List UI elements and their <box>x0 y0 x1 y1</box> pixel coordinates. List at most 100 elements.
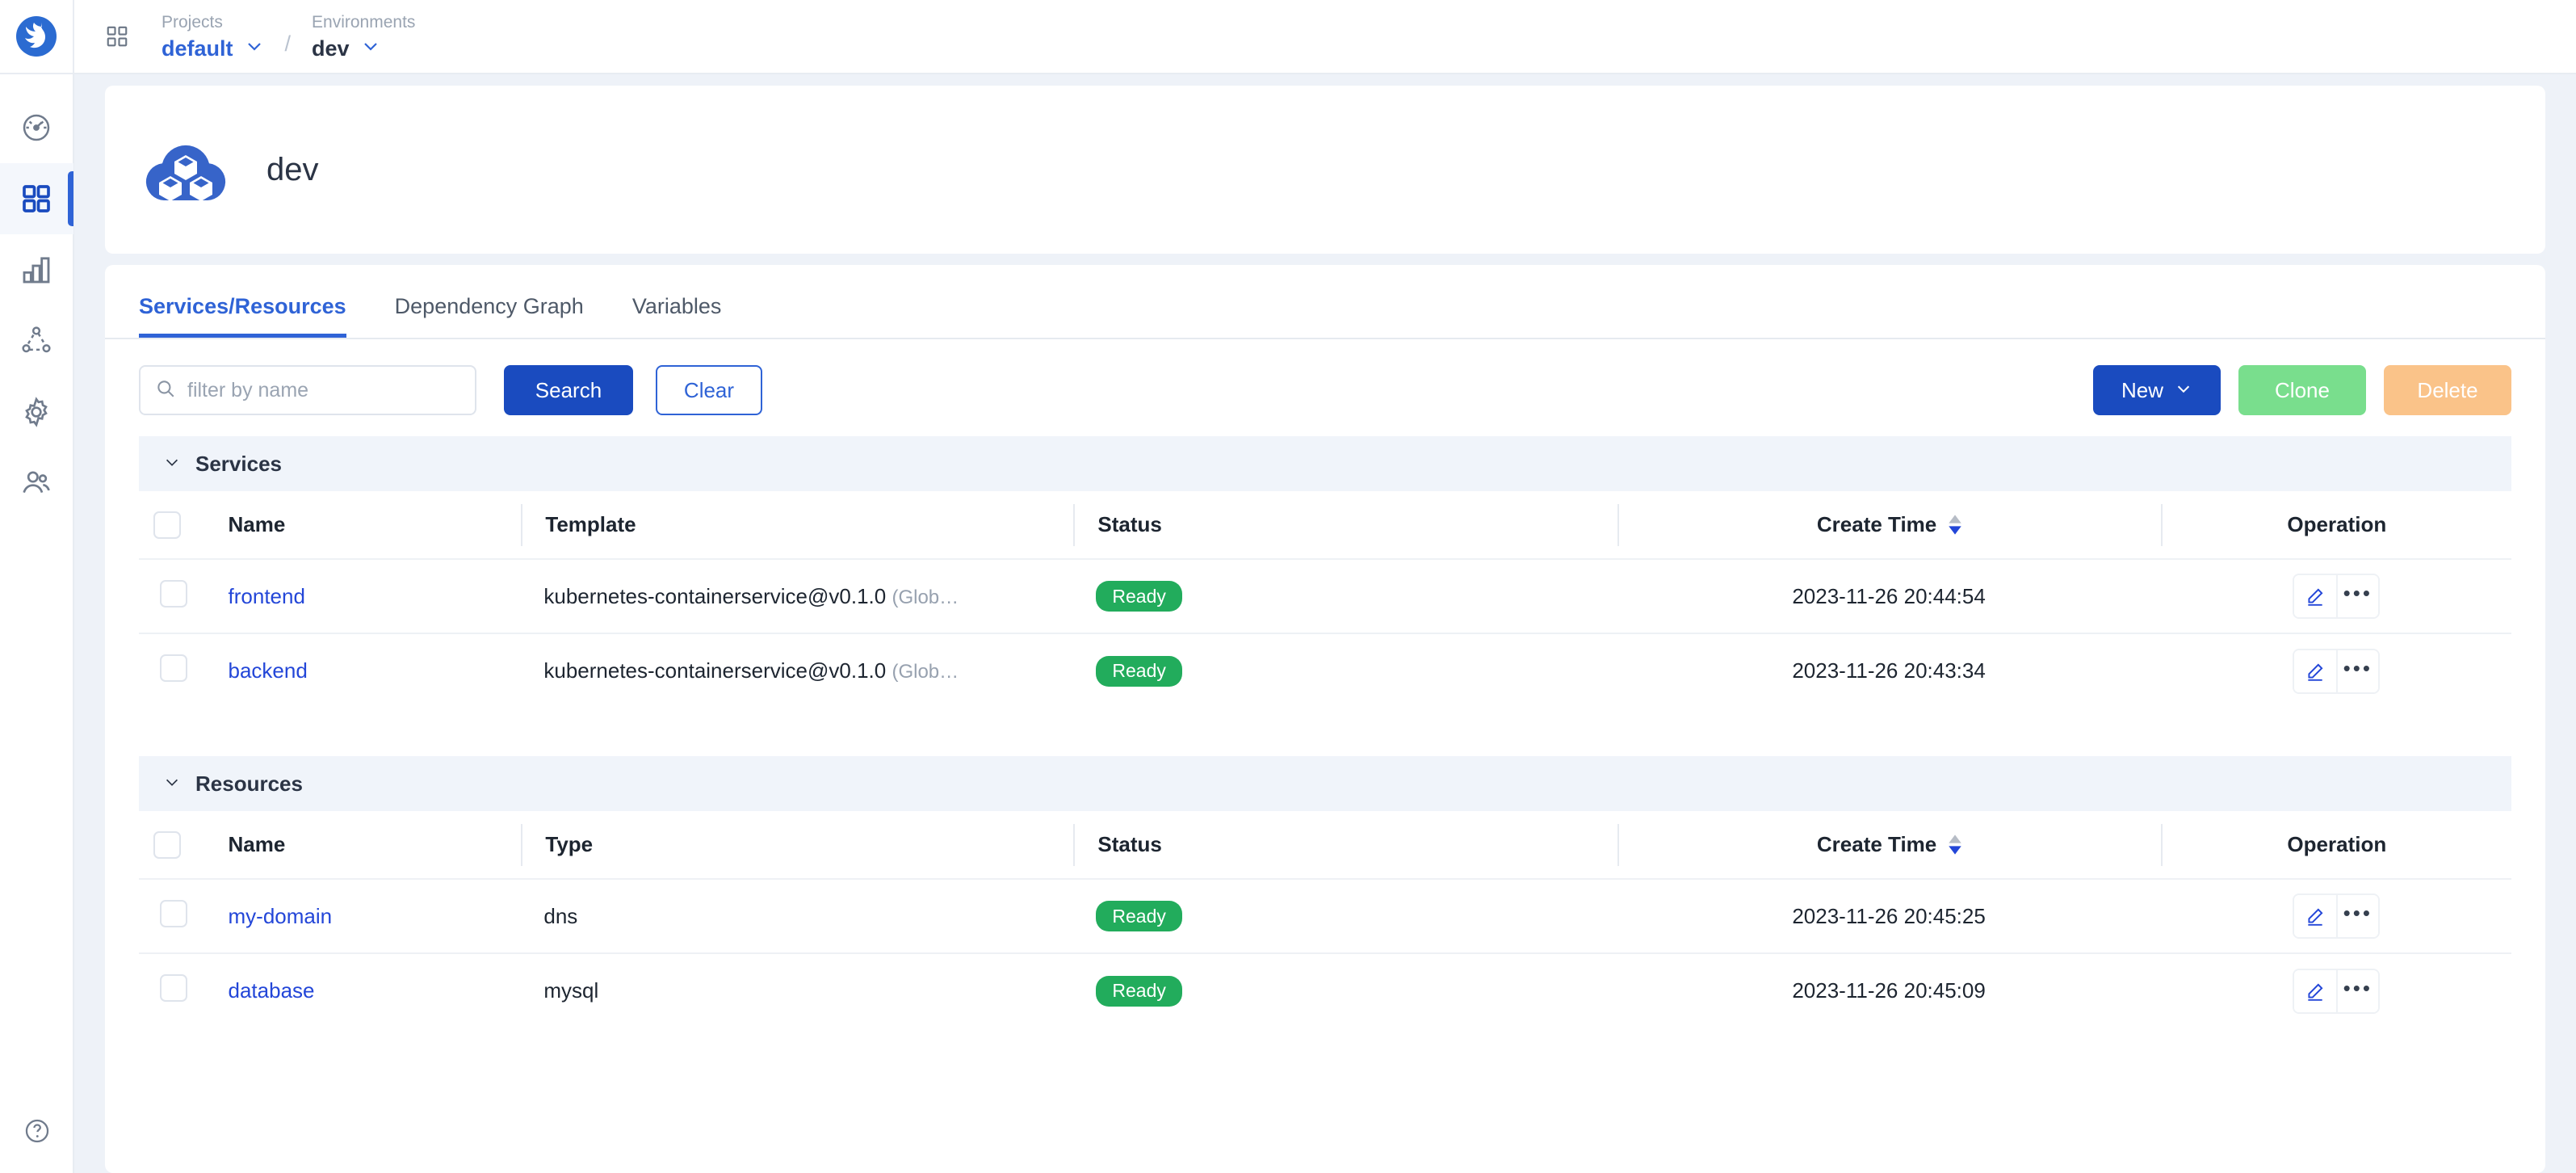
resources-col-status[interactable]: Status <box>1073 811 1617 879</box>
chevron-down-icon <box>245 36 264 60</box>
question-circle-icon <box>23 1117 51 1149</box>
row-select-cell <box>139 633 206 708</box>
search-input[interactable] <box>187 378 460 402</box>
sidebar-item-settings[interactable] <box>0 376 73 448</box>
services-section-label: Services <box>195 451 282 476</box>
chevron-down-icon <box>2175 378 2192 403</box>
tab-dependency-graph[interactable]: Dependency Graph <box>395 294 584 338</box>
tab-variables[interactable]: Variables <box>632 294 722 338</box>
services-col-name[interactable]: Name <box>206 491 522 559</box>
brand-logo-icon[interactable] <box>0 0 73 74</box>
services-table: Name Template Status Create Time Operati… <box>139 491 2511 708</box>
service-name-link[interactable]: backend <box>229 658 308 683</box>
more-actions-icon[interactable]: ••• <box>2335 650 2378 692</box>
services-table-header-row: Name Template Status Create Time Operati… <box>139 491 2511 559</box>
status-badge: Ready <box>1096 655 1182 687</box>
operation-group: ••• <box>2292 968 2380 1014</box>
row-checkbox[interactable] <box>160 974 187 1002</box>
operation-group: ••• <box>2292 648 2380 694</box>
services-table-wrap: Services Name Template Status Create Tim… <box>105 436 2545 708</box>
resource-name-cell: database <box>205 952 522 1028</box>
environment-header-card: dev <box>105 86 2545 254</box>
search-button[interactable]: Search <box>504 365 633 415</box>
status-badge: Ready <box>1096 975 1182 1007</box>
status-badge: Ready <box>1096 581 1182 612</box>
more-actions-icon[interactable]: ••• <box>2335 575 2378 617</box>
row-checkbox[interactable] <box>160 654 187 682</box>
delete-button[interactable]: Delete <box>2384 365 2511 415</box>
breadcrumb-projects: Projects default <box>162 12 264 61</box>
new-button-label: New <box>2121 377 2163 402</box>
clone-button[interactable]: Clone <box>2238 365 2366 415</box>
breadcrumb: Projects default / Environments dev <box>162 12 415 61</box>
resource-name-cell: my-domain <box>205 878 522 953</box>
service-template-sub: (Glob… <box>892 586 959 608</box>
edit-icon[interactable] <box>2293 575 2336 617</box>
services-col-create-time[interactable]: Create Time <box>1617 491 2161 559</box>
grid-apps-icon[interactable] <box>99 18 136 55</box>
resources-col-operation-label: Operation <box>2287 832 2387 856</box>
status-badge: Ready <box>1096 901 1182 931</box>
gauge-icon <box>20 111 52 144</box>
projects-label: Projects <box>162 12 223 32</box>
service-name-link[interactable]: frontend <box>229 584 305 608</box>
row-select-cell <box>139 878 206 953</box>
select-all-checkbox[interactable] <box>153 830 181 859</box>
new-button[interactable]: New <box>2093 365 2221 415</box>
toolbar: Search Clear New Clone Delete <box>105 339 2545 415</box>
services-col-status-label: Status <box>1097 512 1162 536</box>
services-col-template[interactable]: Template <box>521 491 1073 559</box>
service-template-main: kubernetes-containerservice@v0.1.0 <box>543 658 887 683</box>
projects-value: default <box>162 36 233 61</box>
resource-name-link[interactable]: my-domain <box>229 904 333 928</box>
gear-icon <box>20 396 52 428</box>
service-template-sub: (Glob… <box>892 661 959 683</box>
main-column: Projects default / Environments dev dev … <box>74 0 2576 1173</box>
more-actions-icon[interactable]: ••• <box>2335 969 2378 1012</box>
resource-operation-cell: ••• <box>2160 878 2511 953</box>
select-all-checkbox[interactable] <box>153 511 181 539</box>
services-col-create-time-label: Create Time <box>1816 512 1937 536</box>
clear-button[interactable]: Clear <box>656 365 762 415</box>
environments-label: Environments <box>312 12 416 32</box>
services-col-status[interactable]: Status <box>1073 491 1617 559</box>
page-title: dev <box>266 151 319 187</box>
more-actions-icon[interactable]: ••• <box>2335 895 2378 937</box>
row-checkbox[interactable] <box>160 579 187 608</box>
tab-services-resources[interactable]: Services/Resources <box>139 294 346 338</box>
sidebar-item-applications[interactable] <box>0 163 73 234</box>
row-checkbox[interactable] <box>160 899 187 927</box>
resource-operation-cell: ••• <box>2160 952 2511 1028</box>
resource-name-link[interactable]: database <box>229 978 315 1003</box>
environments-value: dev <box>312 36 350 61</box>
resources-col-name[interactable]: Name <box>206 811 522 879</box>
environments-selector[interactable]: dev <box>312 36 415 61</box>
breadcrumb-environments: Environments dev <box>312 12 415 61</box>
resources-table-wrap: Resources Name Type Status Create Time O… <box>105 756 2545 1028</box>
services-col-operation: Operation <box>2160 491 2511 559</box>
help-button[interactable] <box>0 1117 74 1149</box>
resources-col-name-label: Name <box>228 832 286 856</box>
service-operation-cell: ••• <box>2160 633 2511 708</box>
sort-toggle[interactable] <box>1948 515 1962 535</box>
resources-col-type[interactable]: Type <box>521 811 1073 879</box>
services-col-name-label: Name <box>228 512 286 536</box>
edit-icon[interactable] <box>2293 969 2336 1012</box>
services-section-header[interactable]: Services <box>139 436 2511 491</box>
resource-type-cell: dns <box>521 878 1074 953</box>
sidebar-item-topology[interactable] <box>0 305 73 376</box>
sidebar-item-members[interactable] <box>0 448 73 519</box>
cloud-cubes-icon <box>137 129 234 211</box>
sidebar-item-dashboard[interactable] <box>0 92 73 163</box>
edit-icon[interactable] <box>2293 895 2336 937</box>
resources-col-create-time[interactable]: Create Time <box>1617 811 2161 879</box>
resources-section-header[interactable]: Resources <box>139 756 2511 811</box>
service-operation-cell: ••• <box>2160 558 2511 633</box>
chevron-down-icon <box>163 453 181 475</box>
projects-selector[interactable]: default <box>162 36 264 61</box>
operation-group: ••• <box>2292 893 2380 939</box>
search-box[interactable] <box>139 365 476 415</box>
sidebar-item-insights[interactable] <box>0 234 73 305</box>
edit-icon[interactable] <box>2293 650 2336 692</box>
sort-toggle[interactable] <box>1948 835 1962 855</box>
